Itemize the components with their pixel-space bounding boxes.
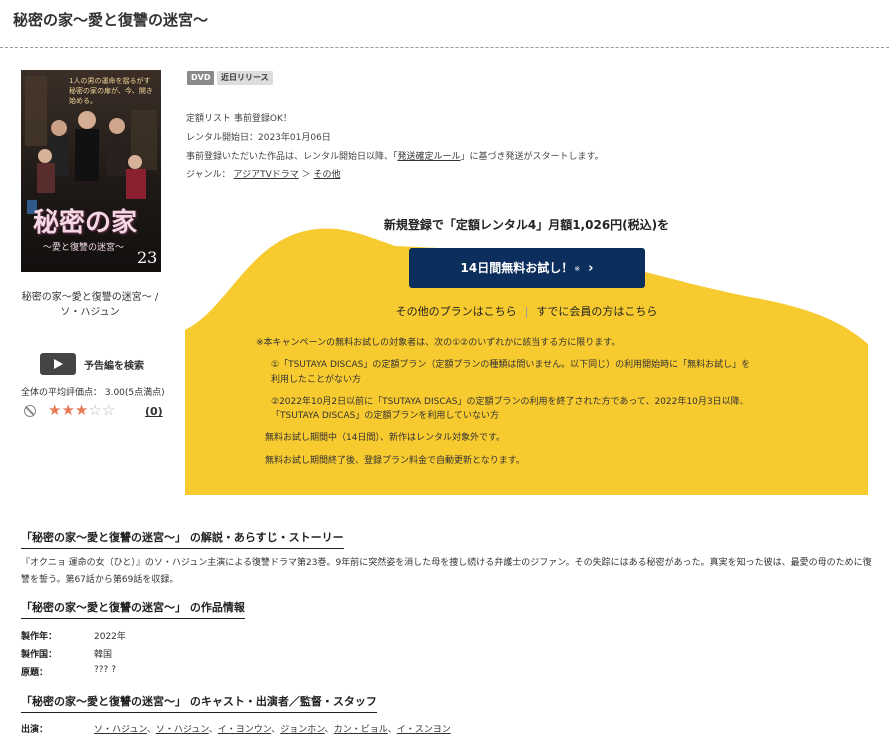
genre-link-asian-tv-drama[interactable]: アジアTVドラマ	[233, 170, 298, 180]
play-icon[interactable]	[40, 353, 76, 375]
campaign-note: 利用したことがない方	[271, 375, 362, 385]
cast-link[interactable]: イ・スンヨン	[397, 725, 451, 735]
poster-copy: 1人の男の運命を揺るがす秘密の家の扉が、今、開き始める。	[69, 77, 153, 105]
cast-delimiter: 、	[271, 725, 281, 735]
free-trial-label: 14日間無料お試し！	[460, 261, 574, 275]
poster-subtitle: 〜愛と復讐の迷宮〜	[43, 243, 125, 253]
poster-image[interactable]: 1人の男の運命を揺るがす秘密の家の扉が、今、開き始める。 秘密の家 〜愛と復讐の…	[21, 70, 161, 272]
plan-links: その他のプランはこちら | すでに会員の方はこちら	[185, 303, 868, 319]
genre-separator: ＞	[301, 170, 311, 180]
cast-delimiter: 、	[208, 725, 218, 735]
cast-link[interactable]: ジョンホン	[280, 725, 324, 735]
release-badge: 近日リリース	[217, 71, 273, 85]
chevron-right-icon: ›	[588, 261, 594, 276]
divider	[0, 47, 889, 48]
not-interested-icon[interactable]	[24, 405, 36, 417]
page-title: 秘密の家〜愛と復讐の迷宮〜	[13, 11, 209, 29]
format-badge: DVD	[187, 71, 215, 85]
member-login-link[interactable]: すでに会員の方はこちら	[536, 305, 657, 318]
title-caption: 秘密の家〜愛と復讐の迷宮〜 / ソ・ハジュン	[21, 292, 159, 318]
star-empty-icon[interactable]: ☆	[88, 401, 101, 419]
rental-start-date: レンタル開始日：2023年01月06日	[186, 133, 331, 143]
star-icon[interactable]: ★	[61, 401, 74, 419]
star-empty-icon[interactable]: ☆	[102, 401, 115, 419]
genre-row: ジャンル： アジアTVドラマ ＞ その他	[186, 167, 341, 180]
campaign-note: ※本キャンペーンの無料お試しの対象者は、次の①②のいずれかに該当する方に限ります…	[256, 338, 621, 348]
poster-volume: 23	[137, 248, 158, 267]
shipping-note: 事前登録いただいた作品は、レンタル開始日以降、「発送確定ルール」に基づき発送がス…	[186, 149, 604, 162]
work-info-value: 2022年	[94, 632, 126, 642]
poster-title: 秘密の家	[33, 208, 138, 238]
cast-heading: 「秘密の家〜愛と復讐の迷宮〜」 のキャスト・出演者／監督・スタッフ	[21, 693, 377, 713]
shipping-note-post: 」に基づき発送がスタートします。	[460, 152, 604, 162]
cast-link[interactable]: ソ・ハジュン	[94, 725, 147, 735]
work-info-key: 製作国：	[21, 650, 58, 660]
story-text: 『オクニョ 運命の女（ひと）』のソ・ハジュン主演による復讐ドラマ第23巻。9年前…	[21, 558, 872, 585]
work-info-value: 韓国	[94, 650, 113, 660]
trailer-search-label[interactable]: 予告編を検索	[84, 357, 144, 372]
genre-label: ジャンル：	[186, 170, 231, 180]
average-rating: 全体の平均評価点： 3.00(5点満点)	[21, 388, 165, 398]
work-info-value: ??? ?	[94, 665, 116, 675]
star-rating[interactable]: ★★★☆☆	[48, 401, 115, 419]
cast-link[interactable]: ソ・ハジュン	[156, 725, 209, 735]
link-separator: |	[524, 305, 529, 318]
cast-delimiter: 、	[324, 725, 334, 735]
free-trial-button[interactable]: 14日間無料お試し！※ ›	[409, 248, 645, 288]
review-count-link[interactable]: (0)	[145, 405, 163, 418]
star-icon[interactable]: ★	[75, 401, 88, 419]
genre-link-other[interactable]: その他	[314, 170, 341, 180]
other-plans-link[interactable]: その他のプランはこちら	[396, 305, 517, 318]
free-trial-mark: ※	[574, 264, 581, 273]
campaign-note: ②2022年10月2日以前に「TSUTAYA DISCAS」の定額プランの利用を…	[271, 397, 749, 407]
work-info-key: 製作年：	[21, 632, 58, 642]
campaign-note: ①「TSUTAYA DISCAS」の定額プラン（定額プランの種類は問いません。以…	[271, 360, 751, 370]
cast-link[interactable]: イ・ヨンウン	[218, 725, 271, 735]
shipping-note-pre: 事前登録いただいた作品は、レンタル開始日以降、「	[186, 152, 398, 162]
story-heading: 「秘密の家〜愛と復讐の迷宮〜」 の解説・あらすじ・ストーリー	[21, 529, 344, 549]
shipping-rule-link[interactable]: 発送確定ルール	[398, 152, 461, 162]
campaign-note: 無料お試し期間終了後、登録プラン料金で自動更新となります。	[265, 456, 525, 466]
promo-headline: 新規登録で「定額レンタル4」月額1,026円(税込)を	[383, 218, 670, 232]
star-icon[interactable]: ★	[48, 401, 61, 419]
cast-delimiter: 、	[146, 725, 156, 735]
pre-register-note: 定額リスト 事前登録OK！	[186, 114, 292, 124]
cast-label: 出演：	[21, 725, 49, 735]
campaign-note: 無料お試し期間中（14日間）、新作はレンタル対象外です。	[265, 433, 506, 443]
cast-list: ソ・ハジュン、ソ・ハジュン、イ・ヨンウン、ジョンホン、カン・ビョル、イ・スンヨン	[94, 722, 451, 735]
cast-link[interactable]: カン・ビョル	[334, 725, 388, 735]
work-info-key: 原題：	[21, 668, 49, 678]
work-info-heading: 「秘密の家〜愛と復讐の迷宮〜」 の作品情報	[21, 599, 245, 619]
cast-delimiter: 、	[387, 725, 397, 735]
campaign-note: 「TSUTAYA DISCAS」の定額プランを利用していない方	[271, 411, 500, 421]
